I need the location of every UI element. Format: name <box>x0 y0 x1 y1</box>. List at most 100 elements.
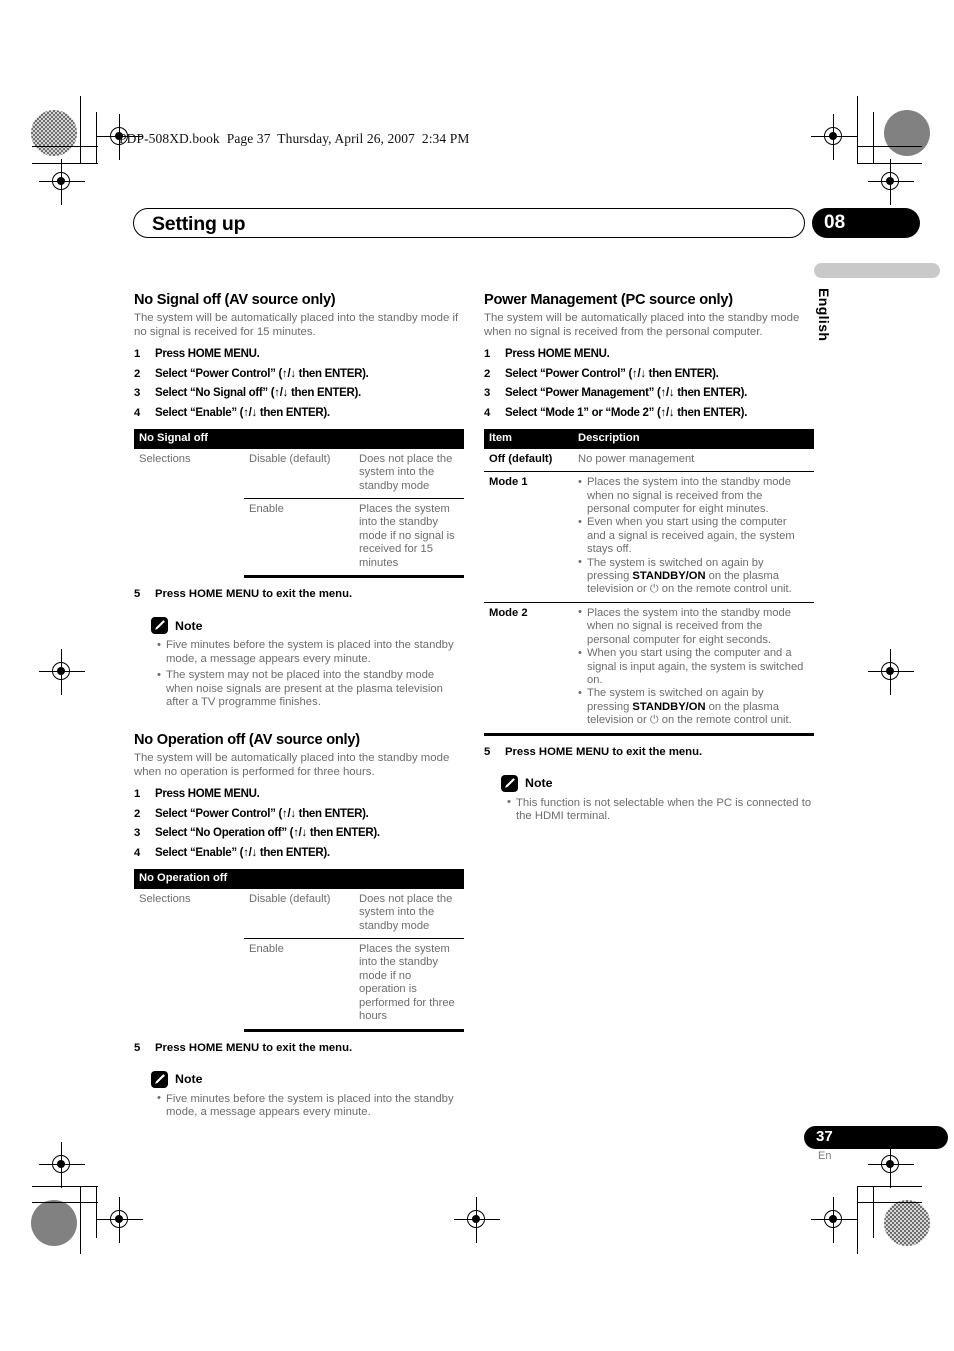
description-bullet-list: Places the system into the standby mode … <box>578 476 808 597</box>
note-title: Note <box>175 1072 203 1086</box>
note-title: Note <box>175 618 203 633</box>
table-item-description: No power management <box>578 452 695 465</box>
trim-mark <box>32 1186 98 1188</box>
language-tab-label: English <box>816 288 832 342</box>
power-icon: ⏻ <box>649 583 659 596</box>
step-item: 2 Select “Power Control” (↑/↓ then ENTER… <box>484 368 814 381</box>
step-item: 3 Select “No Operation off” (↑/↓ then EN… <box>134 827 464 840</box>
note-block: Note Five minutes before the system is p… <box>134 617 464 710</box>
step-text: Select “No Operation off” (↑/↓ then ENTE… <box>155 827 380 840</box>
step-number: 4 <box>484 406 491 419</box>
table-option-name: Disable (default) <box>249 452 331 465</box>
note-header: Note <box>134 617 464 635</box>
note-header: Note <box>484 774 814 792</box>
table-row-label: Selections <box>139 452 191 465</box>
step-list: 1 Press HOME MENU. 2 Select “Power Contr… <box>484 348 814 420</box>
note-title: Note <box>525 776 553 791</box>
table-row: Off (default) No power management <box>484 449 814 472</box>
step-number: 4 <box>134 406 141 419</box>
registration-cross-top-right <box>811 114 857 160</box>
step-item: 3 Select “Power Management” (↑/↓ then EN… <box>484 387 814 400</box>
halftone-dot-bottom-left <box>31 1200 77 1246</box>
table-column-header-item: Item <box>484 428 573 449</box>
halftone-dot-top-right <box>884 110 930 156</box>
table-row: Mode 2 Places the system into the standb… <box>484 601 814 736</box>
trim-mark <box>858 146 922 148</box>
note-header: Note <box>134 1070 464 1088</box>
table-option-name: Disable (default) <box>249 892 331 905</box>
step-item: 3 Select “No Signal off” (↑/↓ then ENTER… <box>134 387 464 400</box>
trim-mark <box>857 96 859 164</box>
step-number: 3 <box>484 387 491 400</box>
trim-mark <box>857 1186 859 1254</box>
description-bullet: Places the system into the standby mode … <box>578 606 808 647</box>
step-number: 5 <box>134 588 141 601</box>
table-row-label: Selections <box>139 892 191 905</box>
description-bullet-list: Places the system into the standby mode … <box>578 606 808 728</box>
note-block: Note This function is not selectable whe… <box>484 774 814 824</box>
trim-mark <box>873 1186 875 1238</box>
table-row: Selections Disable (default) Does not pl… <box>134 889 464 939</box>
chapter-title-bar: Setting up <box>133 208 805 238</box>
step-number: 2 <box>134 807 141 820</box>
table-header-label: No Operation off <box>134 868 464 889</box>
pencil-icon <box>501 774 518 792</box>
section-heading: No Signal off (AV source only) <box>134 292 336 308</box>
note-block: Note Five minutes before the system is p… <box>134 1070 464 1120</box>
description-bullet: Places the system into the standby mode … <box>578 476 808 516</box>
pencil-icon <box>151 1070 168 1088</box>
table-item-name: Mode 2 <box>484 601 573 736</box>
step-item: 5 Press HOME MENU to exit the menu. <box>484 746 814 758</box>
left-column: No Signal off (AV source only) The syste… <box>134 292 464 1123</box>
description-bullet: The system is switched on again by press… <box>578 687 808 727</box>
step-item: 4 Select “Enable” (↑/↓ then ENTER). <box>134 847 464 860</box>
section-intro: The system will be automatically placed … <box>484 312 800 339</box>
step-item: 1 Press HOME MENU. <box>484 348 814 361</box>
standby-on-label: STANDBY/ON <box>632 570 706 583</box>
step-item: 5 Press HOME MENU to exit the menu. <box>134 1042 464 1054</box>
settings-table-no-signal-off: No Signal off Selections Disable (defaul… <box>134 428 464 579</box>
halftone-dot-bottom-right <box>884 1200 930 1246</box>
section-intro: The system will be automatically placed … <box>134 312 459 339</box>
trim-mark <box>96 1186 98 1238</box>
section-heading: No Operation off (AV source only) <box>134 732 360 749</box>
trim-mark <box>858 1202 922 1204</box>
step-item: 1 Press HOME MENU. <box>134 788 464 801</box>
registration-cross-left-upper <box>39 159 85 205</box>
trim-mark <box>858 1186 922 1188</box>
description-bullet: The system is switched on again by press… <box>578 556 808 597</box>
trim-mark <box>873 112 875 164</box>
step-text: Press HOME MENU to exit the menu. <box>155 1041 353 1054</box>
settings-table-no-operation-off: No Operation off Selections Disable (def… <box>134 868 464 1032</box>
section-power-management: Power Management (PC source only) The sy… <box>484 292 814 824</box>
step-item: 4 Select “Mode 1” or “Mode 2” (↑/↓ then … <box>484 407 814 420</box>
note-item: This function is not selectable when the… <box>507 796 814 824</box>
registration-cross-right-mid <box>868 649 914 695</box>
trim-mark <box>32 146 98 148</box>
step-number: 2 <box>134 367 141 380</box>
table-item-name: Mode 1 <box>484 471 573 603</box>
step-text: Press HOME MENU to exit the menu. <box>155 588 353 601</box>
step-list: 1 Press HOME MENU. 2 Select “Power Contr… <box>134 348 464 420</box>
registration-cross-right-lower <box>868 1142 914 1188</box>
step-number: 4 <box>134 846 141 859</box>
step-number: 1 <box>134 788 141 801</box>
table-option-description: Places the system into the standby mode … <box>354 938 464 1032</box>
step-list: 1 Press HOME MENU. 2 Select “Power Contr… <box>134 788 464 860</box>
table-option-description: Does not place the system into the stand… <box>359 452 453 492</box>
table-item-description: Places the system into the standby mode … <box>573 601 814 736</box>
trim-mark <box>96 112 98 164</box>
note-list: Five minutes before the system is placed… <box>134 1092 464 1120</box>
trim-mark <box>80 96 82 164</box>
registration-cross-left-mid <box>39 649 85 695</box>
registration-cross-bottom-right <box>811 1197 857 1243</box>
step-item: 5 Press HOME MENU to exit the menu. <box>134 588 464 600</box>
step-item: 1 Press HOME MENU. <box>134 348 464 361</box>
pencil-icon <box>151 617 168 635</box>
note-list: This function is not selectable when the… <box>484 796 814 824</box>
table-option-description: Does not place the system into the stand… <box>359 892 453 932</box>
step-item: 4 Select “Enable” (↑/↓ then ENTER). <box>134 407 464 420</box>
registration-cross-bottom-left <box>97 1197 143 1243</box>
table-row: Selections Disable (default) Does not pl… <box>134 449 464 499</box>
page-title: Setting up <box>152 213 246 235</box>
